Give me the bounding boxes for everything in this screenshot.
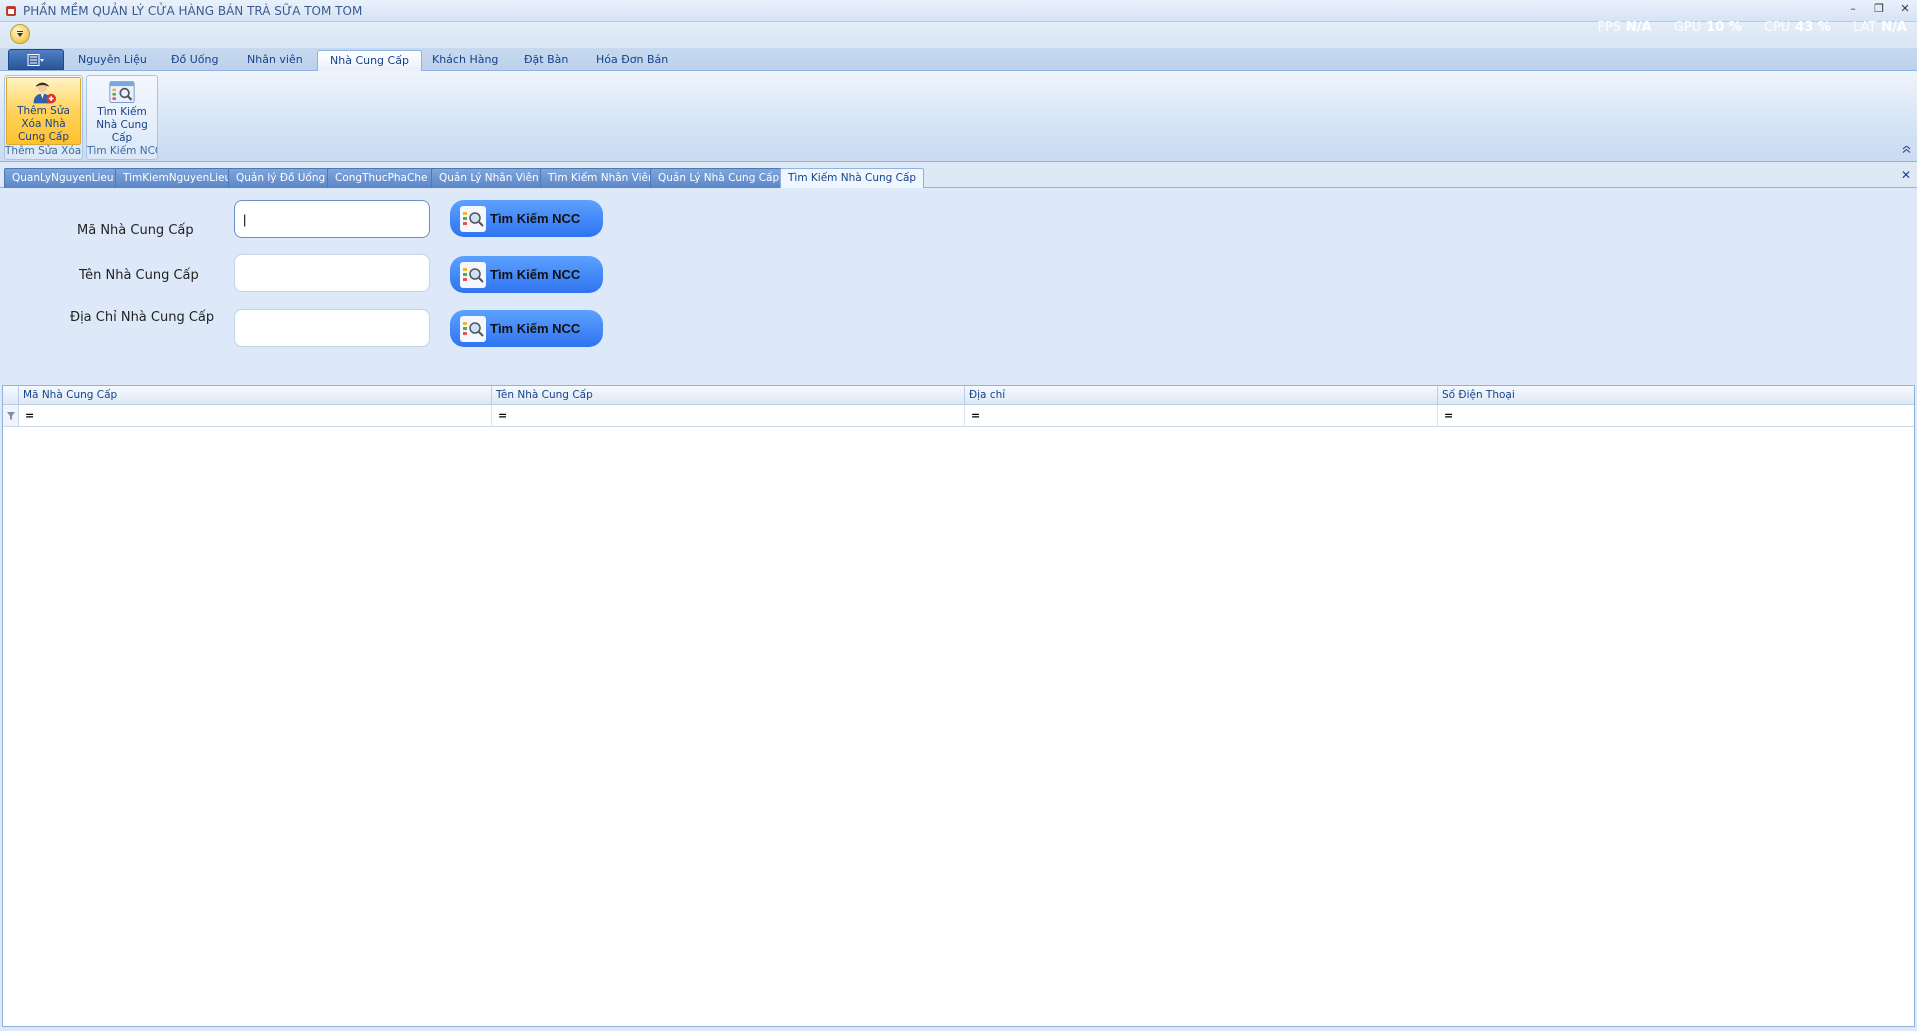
search-list-icon <box>460 261 486 288</box>
search-by-name-button[interactable]: Tìm Kiếm NCC <box>450 256 603 293</box>
supplier-name-label: Tên Nhà Cung Cấp <box>79 268 199 283</box>
ribbon-tab-bar: Nguyên Liệu Đồ Uống Nhân viên Nhà Cung C… <box>0 48 1917 71</box>
ribbon-tab-nha-cung-cap[interactable]: Nhà Cung Cấp <box>317 50 422 71</box>
app-icon <box>4 4 18 18</box>
search-by-code-button[interactable]: Tìm Kiếm NCC <box>450 200 603 237</box>
title-bar: PHẦN MỀM QUẢN LÝ CỬA HÀNG BÁN TRÀ SỮA TO… <box>0 0 1917 22</box>
doc-tab-tim-kiem-nhan-vien[interactable]: Tìm Kiếm Nhân Viên <box>540 168 663 188</box>
restore-button[interactable]: ❐ <box>1873 2 1885 16</box>
supplier-name-input[interactable] <box>234 254 430 292</box>
chevron-down-icon <box>17 31 23 37</box>
column-header-phone[interactable]: Số Điện Thoại <box>1438 386 1914 405</box>
supplier-address-input[interactable] <box>234 309 430 347</box>
fps-readout: FPS N/A <box>1597 20 1652 35</box>
row-indicator-header <box>3 386 19 405</box>
doc-tab-tim-kiem-nha-cung-cap[interactable]: Tìm Kiếm Nhà Cung Cấp <box>780 168 925 189</box>
doc-tab-cong-thuc-pha-che[interactable]: CongThucPhaChe <box>327 168 436 188</box>
ribbon-tab-khach-hang[interactable]: Khách Hàng <box>420 50 510 71</box>
ribbon-group-them-sua-xoa: Thêm Sửa Xóa Nhà Cung Cấp Thêm Sửa Xóa..… <box>4 75 83 160</box>
filter-row-indicator <box>3 405 19 426</box>
doc-tab-tim-kiem-nguyen-lieu[interactable]: TimKiemNguyenLieu <box>115 168 240 188</box>
doc-tab-quan-ly-nhan-vien[interactable]: Quản Lý Nhân Viên <box>431 168 547 188</box>
column-header-supplier-name[interactable]: Tên Nhà Cung Cấp <box>492 386 965 405</box>
ribbon-tab-nhan-vien[interactable]: Nhân viên <box>235 50 315 71</box>
ribbon-tab-nguyen-lieu[interactable]: Nguyên Liệu <box>66 50 159 71</box>
ribbon-panel: Thêm Sửa Xóa Nhà Cung Cấp Thêm Sửa Xóa..… <box>0 71 1917 162</box>
ribbon-button-label: Thêm Sửa Xóa Nhà Cung Cấp <box>17 105 70 143</box>
window-title: PHẦN MỀM QUẢN LÝ CỬA HÀNG BÁN TRÀ SỮA TO… <box>23 3 363 18</box>
supplier-grid[interactable]: Mã Nhà Cung Cấp Tên Nhà Cung Cấp Địa chỉ… <box>2 385 1915 1027</box>
search-button-label: Tìm Kiếm NCC <box>490 211 581 226</box>
search-by-address-button[interactable]: Tìm Kiếm NCC <box>450 310 603 347</box>
filter-cell-supplier-name[interactable]: = <box>492 405 965 427</box>
close-button[interactable]: ✕ <box>1899 2 1911 16</box>
search-list-icon <box>460 315 486 342</box>
application-menu-button[interactable] <box>8 49 64 70</box>
supplier-code-input[interactable] <box>234 200 430 238</box>
supplier-address-label: Địa Chỉ Nhà Cung Cấp <box>70 310 215 325</box>
doc-tab-quan-ly-do-uong[interactable]: Quản lý Đồ Uống <box>228 168 334 188</box>
ribbon-button-label: Tìm Kiếm Nhà Cung Cấp <box>96 106 148 144</box>
menu-icon <box>27 53 44 66</box>
filter-icon <box>6 411 15 420</box>
ribbon-group-caption: Tìm Kiếm NCC <box>87 145 157 157</box>
lat-readout: LAT N/A <box>1852 20 1907 35</box>
auto-filter-row: = = = = <box>3 405 1914 427</box>
search-supplier-ribbon-button[interactable]: Tìm Kiếm Nhà Cung Cấp <box>88 77 156 145</box>
ribbon-tab-hoa-don-ban[interactable]: Hóa Đơn Bán <box>584 50 680 71</box>
document-tab-bar: QuanLyNguyenLieu TimKiemNguyenLieu Quản … <box>0 166 1917 189</box>
filter-cell-phone[interactable]: = <box>1438 405 1914 427</box>
search-button-label: Tìm Kiếm NCC <box>490 321 581 336</box>
filter-cell-address[interactable]: = <box>965 405 1438 427</box>
ribbon-group-caption: Thêm Sửa Xóa... <box>5 145 82 157</box>
minimize-button[interactable]: – <box>1847 2 1859 16</box>
search-button-label: Tìm Kiếm NCC <box>490 267 581 282</box>
column-header-address[interactable]: Địa chỉ <box>965 386 1438 405</box>
doc-tab-quan-ly-nha-cung-cap[interactable]: Quản Lý Nhà Cung Cấp <box>650 168 788 188</box>
search-panel: Mã Nhà Cung Cấp Tìm Kiếm NCC Tên Nhà Cun… <box>2 188 1915 384</box>
search-list-icon <box>109 81 135 103</box>
collapse-ribbon-icon[interactable] <box>1902 145 1911 156</box>
ribbon-tab-do-uong[interactable]: Đồ Uống <box>159 50 231 71</box>
grid-header: Mã Nhà Cung Cấp Tên Nhà Cung Cấp Địa chỉ… <box>3 386 1914 405</box>
filter-cell-supplier-code[interactable]: = <box>19 405 492 427</box>
ribbon-tab-dat-ban[interactable]: Đặt Bàn <box>512 50 580 71</box>
add-edit-delete-supplier-button[interactable]: Thêm Sửa Xóa Nhà Cung Cấp <box>6 77 81 145</box>
ribbon-group-tim-kiem-ncc: Tìm Kiếm Nhà Cung Cấp Tìm Kiếm NCC <box>86 75 158 160</box>
doc-tab-quan-ly-nguyen-lieu[interactable]: QuanLyNguyenLieu <box>4 168 122 188</box>
quick-access-button[interactable] <box>10 24 30 44</box>
performance-overlay: FPS N/A GPU 10 % CPU 43 % LAT N/A <box>1597 20 1907 35</box>
search-list-icon <box>460 205 486 232</box>
close-document-icon[interactable]: ✕ <box>1901 168 1911 182</box>
column-header-supplier-code[interactable]: Mã Nhà Cung Cấp <box>19 386 492 405</box>
supplier-code-label: Mã Nhà Cung Cấp <box>77 223 194 238</box>
cpu-readout: CPU 43 % <box>1763 20 1831 35</box>
gpu-readout: GPU 10 % <box>1673 20 1742 35</box>
supplier-user-add-icon <box>33 82 56 104</box>
